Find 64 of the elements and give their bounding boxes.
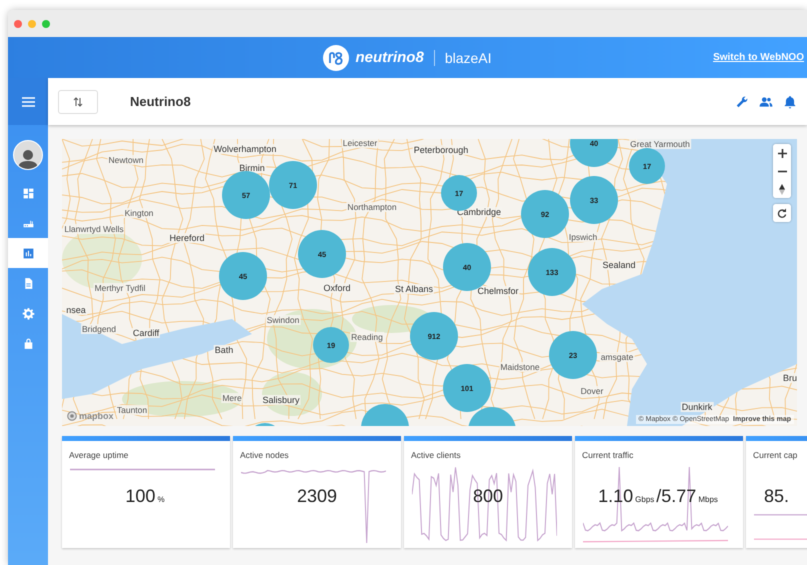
product-name: blazeAI (444, 50, 492, 66)
place-label: Wolverhampton (212, 144, 278, 154)
menu-icon (22, 96, 34, 106)
compass-button[interactable] (773, 180, 791, 198)
plus-icon (778, 148, 786, 158)
lock-icon (22, 336, 34, 350)
sort-button[interactable] (58, 90, 98, 114)
place-label: Llanwrtyd Wells (63, 224, 125, 234)
place-label: Northampton (346, 202, 398, 212)
place-label: Cardiff (132, 328, 160, 338)
mapbox-logo-icon (67, 411, 77, 421)
wrench-icon[interactable] (735, 94, 749, 108)
brand-name: neutrino8 (355, 49, 424, 66)
place-label: Dover (580, 386, 604, 396)
zoom-in-button[interactable] (773, 144, 791, 162)
card-title: Average uptime (69, 450, 130, 460)
place-label: Hereford (168, 233, 206, 243)
compass-icon (779, 184, 785, 194)
avatar[interactable] (13, 140, 43, 170)
settings-icon (22, 306, 34, 320)
menu-button[interactable] (8, 78, 48, 125)
card-value: 100% (124, 486, 166, 507)
place-label: Cambridge (456, 207, 502, 217)
card-value: 1.10 Gbps/5.77 Mbps (597, 486, 719, 507)
place-label: Bath (214, 345, 234, 355)
card-value: 85. (763, 486, 790, 507)
place-label: Newtown (108, 155, 144, 165)
refresh-button[interactable] (773, 204, 791, 222)
place-label: Salisbury (262, 395, 300, 405)
place-label: Leicester (342, 139, 378, 148)
dashboard-icon (22, 186, 34, 200)
sort-icon (73, 96, 83, 106)
place-label: Oxford (322, 283, 352, 293)
place-label: Bru (782, 373, 797, 383)
place-label: Swindon (266, 315, 300, 325)
place-label: Merthyr Tydfil (94, 283, 146, 293)
place-label: Taunton (116, 405, 148, 415)
chart-icon (22, 246, 34, 260)
bell-icon[interactable] (783, 94, 797, 108)
place-label: Dunkirk (680, 402, 714, 412)
place-label: Kington (124, 208, 154, 218)
users-icon[interactable] (759, 94, 773, 108)
place-label: Bridgend (80, 324, 118, 334)
card-value: 800 (472, 486, 504, 507)
place-label: Mere (221, 393, 243, 403)
place-label: Ipswich (568, 232, 598, 242)
place-label: Great Yarmouth (629, 139, 691, 149)
card-title: Active nodes (240, 450, 290, 460)
place-label: Reading (350, 332, 384, 342)
refresh-icon (777, 208, 787, 218)
place-label: Peterborough (412, 145, 470, 155)
page-title: Neutrino8 (130, 94, 192, 109)
place-label: nsea (65, 305, 87, 315)
logo-icon (323, 44, 350, 70)
place-label: Sealand (601, 260, 637, 270)
card-title: Active clients (411, 450, 462, 460)
close-window-icon[interactable] (14, 20, 22, 28)
place-label: amsgate (600, 352, 634, 362)
place-label: St Albans (394, 284, 434, 294)
place-label: Maidstone (499, 362, 541, 372)
card-title: Current traffic (582, 450, 634, 460)
sidebar-item[interactable] (8, 238, 48, 268)
card-value: 2309 (296, 486, 338, 507)
card-title: Current cap (753, 450, 798, 460)
